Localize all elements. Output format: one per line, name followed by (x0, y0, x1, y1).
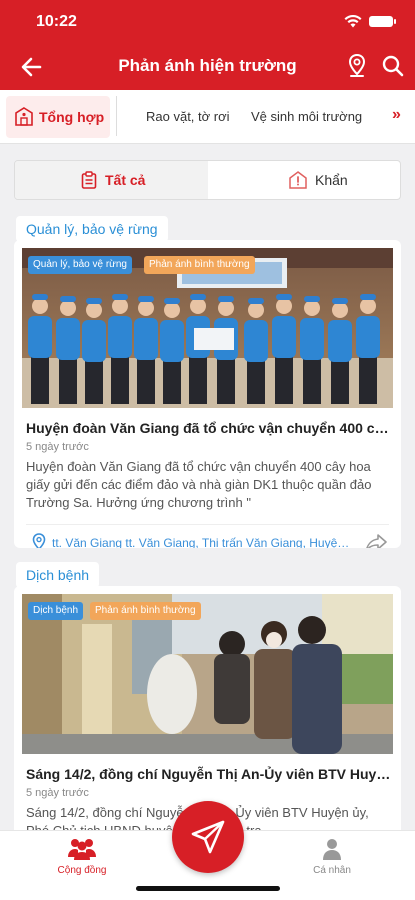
post-footer-divider (26, 524, 389, 525)
filter-all-label: Tất cả (105, 172, 146, 188)
clipboard-icon (81, 171, 97, 189)
nav-community[interactable]: Cộng đồng (42, 837, 122, 876)
filter-urgent-button[interactable]: Khẩn (289, 161, 348, 199)
person-icon (323, 839, 341, 860)
banner-sign (194, 328, 234, 350)
post-location[interactable]: tt. Văn Giang tt. Văn Giang, Thị trấn Vă… (52, 536, 352, 548)
post-time: 5 ngày trước (26, 787, 89, 799)
urgency-filter: Tất cả Khẩn (14, 160, 401, 200)
status-bar: 10:22 (0, 0, 415, 44)
tab-divider (116, 96, 117, 136)
building-icon (15, 107, 33, 126)
wifi-icon (344, 15, 362, 28)
severity-badge: Phản ánh bình thường (144, 256, 255, 274)
post-time: 5 ngày trước (26, 441, 89, 453)
category-tabs: Tổng hợp Rao vặt, tờ rơi Vệ sinh môi trư… (0, 90, 415, 144)
post-title: Huyện đoàn Văn Giang đã tổ chức vận chuy… (26, 420, 391, 436)
battery-icon (369, 16, 396, 27)
filter-all-button[interactable]: Tất cả (81, 161, 145, 199)
location-pin-icon (32, 533, 46, 548)
community-icon (68, 839, 96, 860)
send-icon (191, 820, 225, 854)
post-description: Huyện đoàn Văn Giang đã tổ chức vận chuy… (26, 459, 372, 510)
more-tabs-icon[interactable]: » (392, 106, 401, 124)
category-badge: Quản lý, bảo vệ rừng (28, 256, 132, 274)
filter-urgent-label: Khẩn (315, 172, 348, 188)
share-icon[interactable] (364, 532, 388, 548)
app-header: Phản ánh hiện trường (0, 44, 415, 90)
tab-tong-hop[interactable]: Tổng hợp (6, 96, 110, 138)
post-title: Sáng 14/2, đồng chí Nguyễn Thị An-Ủy viê… (26, 766, 391, 782)
post-card[interactable]: Dịch bệnh Phản ánh bình thường Sáng 14/2… (14, 586, 401, 836)
post-photo: Dịch bệnh Phản ánh bình thường (22, 594, 393, 754)
alarm-house-icon (289, 171, 307, 189)
create-report-button[interactable] (172, 801, 244, 873)
search-icon[interactable] (380, 52, 406, 80)
tab-rao-vat[interactable]: Rao vặt, tờ rơi (146, 109, 230, 124)
post-photo: Quản lý, bảo vệ rừng Phản ánh bình thườn… (22, 248, 393, 408)
map-pin-icon[interactable] (344, 52, 370, 80)
tab-label: Tổng hợp (39, 109, 105, 125)
category-badge: Dịch bệnh (28, 602, 84, 620)
post-category-heading: Quản lý, bảo vệ rừng (16, 216, 168, 242)
status-time: 10:22 (36, 13, 77, 30)
home-indicator (136, 886, 280, 891)
post-card[interactable]: Quản lý, bảo vệ rừng Phản ánh bình thườn… (14, 240, 401, 548)
nav-profile-label: Cá nhân (313, 865, 351, 876)
severity-badge: Phản ánh bình thường (90, 602, 201, 620)
nav-profile[interactable]: Cá nhân (292, 837, 372, 876)
post-category-heading: Dịch bệnh (16, 562, 100, 588)
tab-ve-sinh-moi-truong[interactable]: Vệ sinh môi trường (251, 109, 362, 124)
nav-community-label: Cộng đồng (57, 865, 107, 876)
